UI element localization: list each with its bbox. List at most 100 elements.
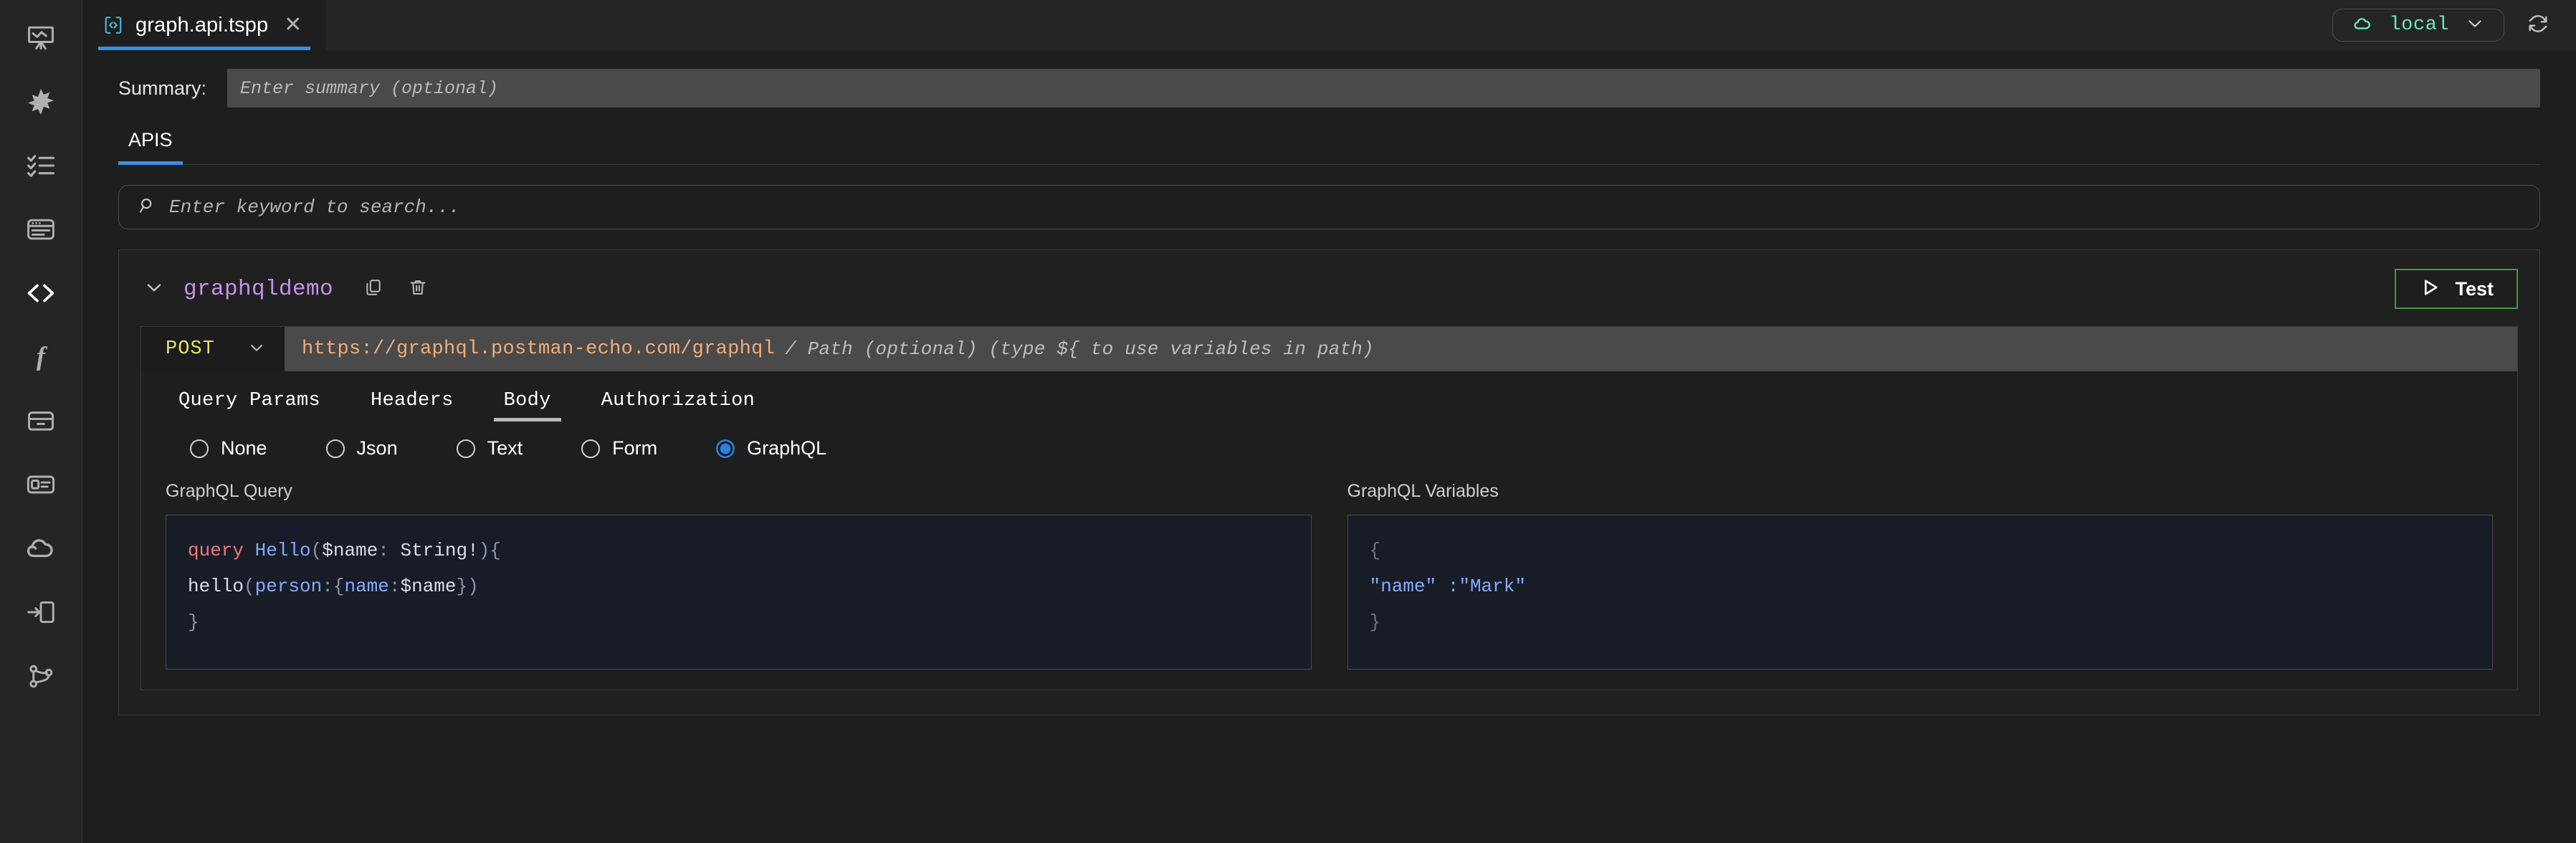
tab-headers[interactable]: Headers xyxy=(358,390,467,422)
function-icon: f xyxy=(25,341,57,373)
request-panel: POST https://graphql.postman-echo.com/gr… xyxy=(140,326,2518,690)
radio-body-type-text-label: Text xyxy=(487,437,523,459)
tab-query-params-label: Query Params xyxy=(178,390,320,411)
method-selector[interactable]: POST xyxy=(141,327,285,371)
summary-label: Summary: xyxy=(118,77,227,100)
radio-body-type-none-label: None xyxy=(221,437,267,459)
radio-body-type-form-label: Form xyxy=(612,437,657,459)
request-subtabs: Query Params Headers Body Authorization xyxy=(141,371,2517,422)
radio-icon xyxy=(190,439,209,458)
sidebar-item-drawer[interactable] xyxy=(0,389,82,452)
code-line: "name" :"Mark" xyxy=(1370,568,2471,604)
environment-selector[interactable]: local xyxy=(2332,9,2504,42)
copy-icon xyxy=(363,277,383,301)
svg-text:f: f xyxy=(37,341,48,371)
checklist-icon xyxy=(25,150,57,181)
drawer-icon xyxy=(25,405,57,437)
path-placeholder: / Path (optional) (type ${ to use variab… xyxy=(785,338,1374,360)
url-input[interactable]: https://graphql.postman-echo.com/graphql… xyxy=(285,327,2517,371)
search-bar[interactable] xyxy=(118,185,2540,229)
sidebar-item-whiteboard[interactable] xyxy=(0,6,82,70)
main-area: graph.api.tspp ✕ local xyxy=(82,0,2576,843)
graphql-variables-title: GraphQL Variables xyxy=(1347,481,2494,502)
chevron-down-icon xyxy=(2465,14,2485,37)
code-line: query Hello($name: String!){ xyxy=(188,533,1289,568)
tabstrip-spacer xyxy=(326,0,2332,50)
summary-row: Summary: xyxy=(82,50,2576,108)
body-type-radio-group: None Json Text Form GraphQL xyxy=(141,422,2517,459)
tab-query-params[interactable]: Query Params xyxy=(166,390,333,422)
code-line: hello(person:{name:$name}) xyxy=(188,568,1289,604)
radio-body-type-graphql[interactable]: GraphQL xyxy=(716,437,826,459)
sidebar-item-card[interactable] xyxy=(0,452,82,516)
sidebar-item-branch[interactable] xyxy=(0,644,82,708)
url-bar: POST https://graphql.postman-echo.com/gr… xyxy=(141,327,2517,371)
cloud-icon xyxy=(24,532,57,565)
branch-icon xyxy=(25,660,57,692)
radio-body-type-graphql-label: GraphQL xyxy=(747,437,826,459)
chevron-down-icon xyxy=(143,277,165,302)
test-button-label: Test xyxy=(2455,278,2494,300)
code-line: } xyxy=(1370,604,2471,640)
sidebar-item-code[interactable] xyxy=(0,261,82,325)
url-value: https://graphql.postman-echo.com/graphql xyxy=(302,338,775,360)
tab-apis[interactable]: APIS xyxy=(118,129,183,164)
tab-authorization[interactable]: Authorization xyxy=(588,390,768,422)
search-input[interactable] xyxy=(169,196,2521,218)
refresh-icon xyxy=(2526,11,2550,39)
whiteboard-icon xyxy=(25,22,57,54)
tab-body-label: Body xyxy=(504,390,551,411)
graphql-editors: GraphQL Query query Hello($name: String!… xyxy=(141,459,2517,690)
card-icon xyxy=(25,469,57,500)
activity-bar: f xyxy=(0,0,82,843)
play-icon xyxy=(2419,277,2441,302)
graphql-variables-column: GraphQL Variables { "name" :"Mark" } xyxy=(1347,481,2494,670)
summary-input[interactable] xyxy=(227,69,2540,108)
cloud-icon xyxy=(2352,13,2373,38)
window-icon xyxy=(25,214,57,245)
radio-body-type-text[interactable]: Text xyxy=(457,437,523,459)
sidebar-item-window[interactable] xyxy=(0,197,82,261)
radio-icon xyxy=(457,439,475,458)
trash-icon xyxy=(408,277,428,301)
radio-body-type-json[interactable]: Json xyxy=(326,437,398,459)
tab-apis-label: APIS xyxy=(128,129,173,151)
sidebar-item-checklist[interactable] xyxy=(0,133,82,197)
api-card-graphqldemo: graphqldemo xyxy=(118,249,2540,715)
close-icon[interactable]: ✕ xyxy=(280,14,306,36)
radio-body-type-json-label: Json xyxy=(357,437,398,459)
tab-body[interactable]: Body xyxy=(491,390,564,422)
sidebar-item-import[interactable] xyxy=(0,580,82,644)
active-tab-indicator xyxy=(494,418,561,422)
active-tab-indicator xyxy=(118,161,183,165)
environment-label: local xyxy=(2389,14,2449,36)
sidebar-item-cloud[interactable] xyxy=(0,516,82,580)
apis-tabrow: APIS xyxy=(118,129,2540,165)
test-button[interactable]: Test xyxy=(2395,269,2518,309)
editor-tab-graph-api-tspp[interactable]: graph.api.tspp ✕ xyxy=(82,0,326,50)
tab-authorization-label: Authorization xyxy=(601,390,755,411)
radio-body-type-none[interactable]: None xyxy=(190,437,267,459)
sidebar-item-burst[interactable] xyxy=(0,70,82,133)
editor-tabstrip: graph.api.tspp ✕ local xyxy=(82,0,2576,50)
sidebar-item-function[interactable]: f xyxy=(0,325,82,389)
radio-icon xyxy=(716,439,735,458)
graphql-query-editor[interactable]: query Hello($name: String!){ hello(perso… xyxy=(166,515,1312,670)
duplicate-button[interactable] xyxy=(359,275,388,304)
delete-button[interactable] xyxy=(404,275,432,304)
code-line: } xyxy=(188,604,1289,640)
api-card-header: graphqldemo xyxy=(140,269,2518,309)
import-file-icon xyxy=(25,596,57,628)
tabstrip-right-actions: local xyxy=(2332,0,2576,50)
editor-tab-label: graph.api.tspp xyxy=(135,14,268,37)
tab-headers-label: Headers xyxy=(371,390,454,411)
collapse-toggle[interactable] xyxy=(140,274,168,305)
code-brackets-icon xyxy=(24,277,57,310)
api-name: graphqldemo xyxy=(183,277,333,302)
radio-body-type-form[interactable]: Form xyxy=(581,437,657,459)
method-label: POST xyxy=(166,338,215,360)
graphql-variables-editor[interactable]: { "name" :"Mark" } xyxy=(1347,515,2494,670)
refresh-button[interactable] xyxy=(2526,11,2550,39)
radio-icon xyxy=(581,439,600,458)
graphql-query-title: GraphQL Query xyxy=(166,481,1312,502)
